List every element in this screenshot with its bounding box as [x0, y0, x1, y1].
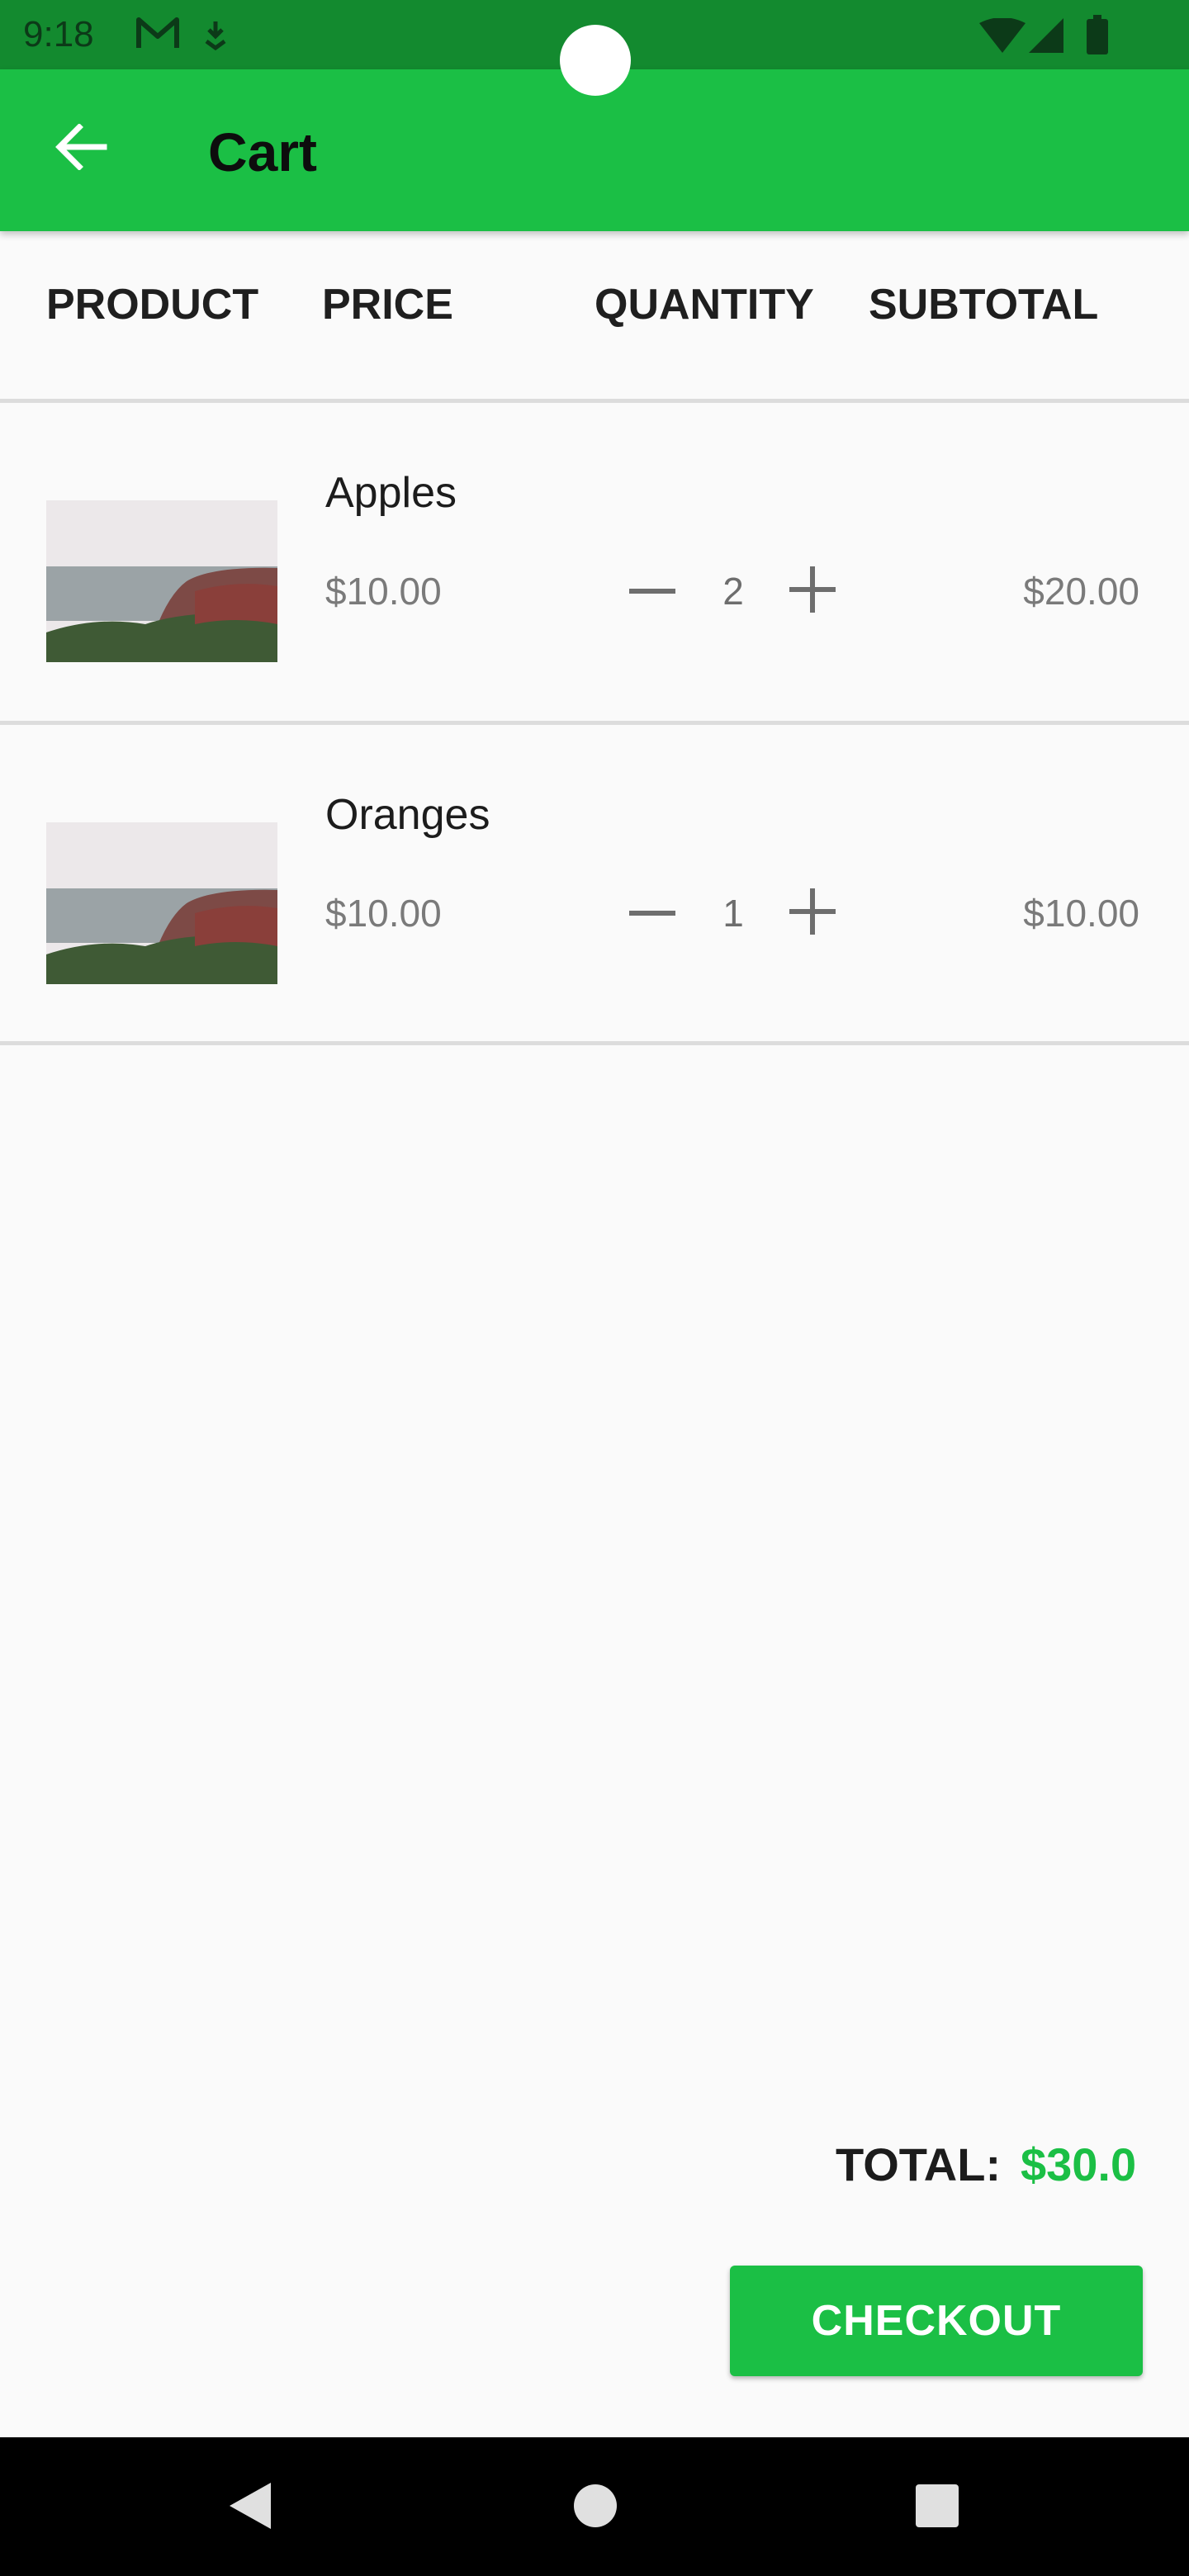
- minus-icon: [629, 906, 675, 921]
- column-header-price: PRICE: [322, 281, 453, 329]
- column-header-product: PRODUCT: [46, 281, 259, 329]
- status-time: 9:18: [23, 14, 94, 54]
- cart-screen: 9:18 Cart PRODUCT PRICE QUANTITY SUBTOTA…: [0, 0, 1189, 2576]
- product-price: $10.00: [325, 892, 442, 935]
- cell-signal-icon: [1029, 18, 1063, 57]
- increment-button[interactable]: [783, 883, 842, 943]
- product-name: Oranges: [325, 791, 490, 839]
- increment-button[interactable]: [783, 561, 842, 621]
- camera-cutout: [560, 25, 631, 96]
- header-divider: [0, 399, 1189, 403]
- wifi-icon: [979, 17, 1026, 57]
- product-thumbnail: [46, 822, 277, 984]
- gmail-icon: [135, 15, 180, 55]
- quantity-value: 1: [722, 892, 744, 935]
- back-triangle-icon: [228, 2481, 272, 2535]
- home-circle-icon: [573, 2484, 618, 2532]
- plus-icon: [789, 566, 836, 617]
- decrement-button[interactable]: [623, 561, 682, 621]
- plus-icon: [789, 888, 836, 939]
- total-label: TOTAL:: [836, 2138, 1002, 2190]
- row-divider: [0, 1041, 1189, 1045]
- arrow-back-icon: [54, 122, 107, 174]
- product-price: $10.00: [325, 570, 442, 613]
- battery-icon: [1087, 15, 1108, 59]
- decrement-button[interactable]: [623, 883, 682, 943]
- page-title: Cart: [208, 121, 318, 182]
- row-divider: [0, 721, 1189, 725]
- download-notification-icon: [201, 18, 230, 55]
- quantity-value: 2: [722, 570, 744, 613]
- column-header-subtotal: SUBTOTAL: [869, 281, 1099, 329]
- nav-back-button[interactable]: [221, 2479, 279, 2536]
- product-subtotal: $10.00: [1023, 892, 1139, 935]
- minus-icon: [629, 584, 675, 599]
- nav-home-button[interactable]: [566, 2479, 624, 2536]
- column-header-quantity: QUANTITY: [594, 281, 814, 329]
- system-nav-bar: [0, 2437, 1189, 2576]
- product-thumbnail: [46, 500, 277, 662]
- total-value: $30.0: [1021, 2138, 1137, 2190]
- product-subtotal: $20.00: [1023, 570, 1139, 613]
- nav-recents-button[interactable]: [908, 2479, 966, 2536]
- recents-square-icon: [915, 2484, 959, 2532]
- checkout-button[interactable]: CHECKOUT: [730, 2266, 1143, 2376]
- back-button[interactable]: [40, 107, 122, 190]
- product-name: Apples: [325, 469, 457, 517]
